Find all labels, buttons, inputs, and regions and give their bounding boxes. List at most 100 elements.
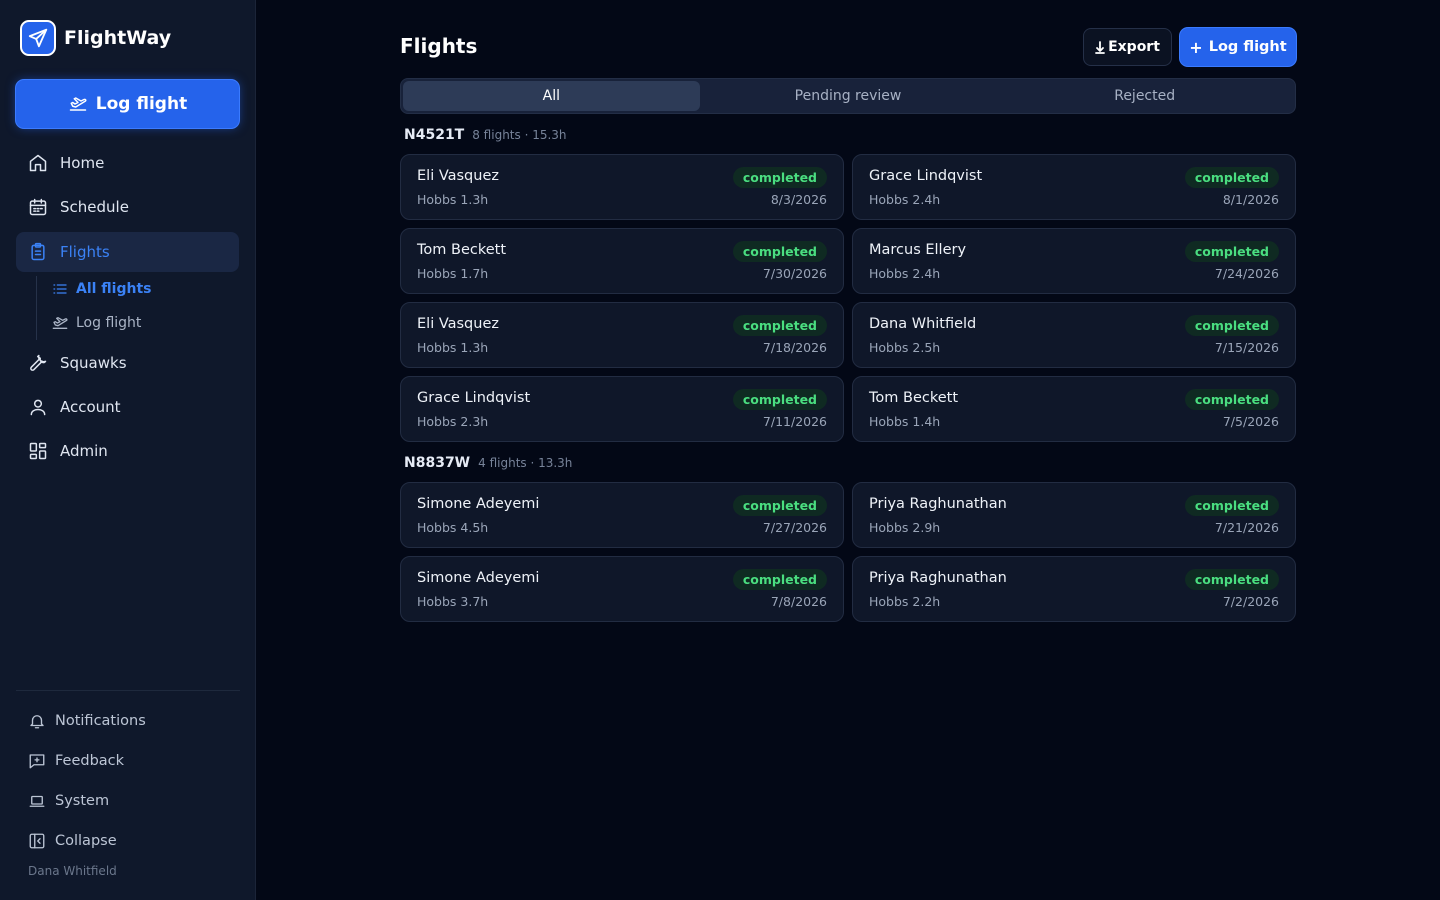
aircraft-group-summary: 4 flights · 13.3h (478, 456, 573, 470)
sidebar-item-flights[interactable]: Flights (16, 232, 239, 272)
flight-pilot: Tom Beckett (869, 390, 959, 406)
flight-date: 7/21/2026 (1214, 520, 1279, 535)
wrench-icon (30, 354, 47, 371)
sidebar-footer-label: Feedback (55, 753, 125, 769)
flight-date: 7/18/2026 (762, 340, 827, 355)
sidebar-item-squawks[interactable]: Squawks (16, 343, 239, 383)
flight-pilot: Dana Whitfield (869, 316, 977, 332)
flight-pilot: Grace Lindqvist (869, 168, 983, 184)
sidebar-subitem-all-flights[interactable]: All flights (52, 275, 152, 303)
message-plus-icon (29, 754, 45, 769)
plane-takeoff-icon (52, 317, 68, 329)
sidebar-subitem-label: All flights (76, 281, 152, 297)
aircraft-group-header: N4521T 8 flights · 15.3h (404, 127, 567, 143)
log-flight-button[interactable]: + Log flight (1180, 28, 1296, 66)
flight-pilot: Priya Raghunathan (869, 570, 1007, 586)
sidebar-footer-notifications[interactable]: Notifications (28, 709, 146, 733)
flight-pilot: Simone Adeyemi (417, 496, 540, 512)
tab-all[interactable]: All (403, 81, 700, 111)
tab-pending-review[interactable]: Pending review (700, 81, 997, 111)
sidebar-footer-feedback[interactable]: Feedback (28, 749, 124, 773)
brand[interactable]: FlightWay (20, 20, 171, 56)
status-badge: completed (1184, 569, 1279, 590)
flight-date: 7/2/2026 (1222, 594, 1279, 609)
status-badge: completed (732, 315, 827, 336)
status-badge: completed (732, 389, 827, 410)
flight-card[interactable]: Grace Lindqvist Hobbs 2.3h completed 7/1… (400, 376, 844, 442)
download-arrow-icon (1095, 41, 1105, 54)
flight-pilot: Eli Vasquez (417, 168, 499, 184)
flight-card[interactable]: Eli Vasquez Hobbs 1.3h completed 8/3/202… (400, 154, 844, 220)
flight-date: 7/15/2026 (1214, 340, 1279, 355)
flight-card[interactable]: Grace Lindqvist Hobbs 2.4h completed 8/1… (852, 154, 1296, 220)
sidebar-footer-collapse[interactable]: Collapse (28, 829, 117, 853)
sidebar-footer-label: System (55, 793, 110, 809)
flight-hobbs: Hobbs 1.4h (869, 414, 941, 429)
flight-hobbs: Hobbs 2.9h (869, 520, 941, 535)
plus-icon: + (1189, 37, 1203, 57)
flight-pilot: Grace Lindqvist (417, 390, 531, 406)
sidebar-footer-label: Notifications (55, 713, 146, 729)
flight-hobbs: Hobbs 1.3h (417, 340, 489, 355)
sidebar-footer-system[interactable]: System (28, 789, 109, 813)
flight-card[interactable]: Eli Vasquez Hobbs 1.3h completed 7/18/20… (400, 302, 844, 368)
export-button[interactable]: Export (1083, 28, 1172, 66)
flight-date: 7/11/2026 (762, 414, 827, 429)
tab-rejected[interactable]: Rejected (996, 81, 1293, 111)
list-icon (53, 284, 67, 294)
flight-date: 8/1/2026 (1222, 192, 1279, 207)
sidebar: FlightWay Log flight Home Schedule Fligh… (0, 0, 256, 900)
flight-pilot: Marcus Ellery (869, 242, 967, 258)
flight-card[interactable]: Priya Raghunathan Hobbs 2.2h completed 7… (852, 556, 1296, 622)
flight-pilot: Tom Beckett (417, 242, 507, 258)
status-badge: completed (1184, 241, 1279, 262)
page-title: Flights (400, 34, 478, 58)
flight-pilot: Simone Adeyemi (417, 570, 540, 586)
flight-hobbs: Hobbs 2.5h (869, 340, 941, 355)
app-name: FlightWay (64, 27, 172, 49)
current-user-name: Dana Whitfield (28, 864, 117, 878)
aircraft-tail-number: N4521T (404, 127, 465, 143)
flight-pilot: Priya Raghunathan (869, 496, 1007, 512)
flight-card[interactable]: Dana Whitfield Hobbs 2.5h completed 7/15… (852, 302, 1296, 368)
sidebar-item-label: Schedule (60, 198, 129, 216)
laptop-icon (29, 795, 45, 807)
aircraft-tail-number: N8837W (404, 455, 471, 471)
sidebar-item-home[interactable]: Home (16, 143, 239, 183)
aircraft-group-header: N8837W 4 flights · 13.3h (404, 455, 572, 471)
flight-card[interactable]: Marcus Ellery Hobbs 2.4h completed 7/24/… (852, 228, 1296, 294)
flight-date: 7/8/2026 (770, 594, 827, 609)
status-badge: completed (732, 167, 827, 188)
flight-hobbs: Hobbs 1.7h (417, 266, 489, 281)
sidebar-item-admin[interactable]: Admin (16, 431, 239, 471)
collapse-panel-icon (29, 833, 45, 849)
export-label: Export (1108, 39, 1160, 55)
sidebar-item-label: Squawks (60, 354, 127, 372)
flight-hobbs: Hobbs 2.4h (869, 266, 941, 281)
flight-card[interactable]: Simone Adeyemi Hobbs 3.7h completed 7/8/… (400, 556, 844, 622)
home-icon (29, 154, 47, 172)
sidebar-log-flight-button[interactable]: Log flight (16, 80, 239, 128)
sidebar-item-label: Flights (60, 243, 110, 261)
flight-date: 7/30/2026 (762, 266, 827, 281)
calendar-icon (29, 198, 47, 216)
flight-hobbs: Hobbs 2.3h (417, 414, 489, 429)
sidebar-subitem-log-flight[interactable]: Log flight (52, 309, 141, 337)
flight-card[interactable]: Tom Beckett Hobbs 1.7h completed 7/30/20… (400, 228, 844, 294)
status-badge: completed (732, 495, 827, 516)
flight-card[interactable]: Simone Adeyemi Hobbs 4.5h completed 7/27… (400, 482, 844, 548)
flight-card[interactable]: Tom Beckett Hobbs 1.4h completed 7/5/202… (852, 376, 1296, 442)
flight-hobbs: Hobbs 2.2h (869, 594, 941, 609)
status-badge: completed (1184, 389, 1279, 410)
log-flight-label: Log flight (1208, 39, 1287, 55)
flight-date: 8/3/2026 (770, 192, 827, 207)
sidebar-footer-label: Collapse (55, 833, 117, 849)
flight-date: 7/27/2026 (762, 520, 827, 535)
sidebar-item-account[interactable]: Account (16, 387, 239, 427)
plane-takeoff-icon (69, 97, 87, 111)
sidebar-item-schedule[interactable]: Schedule (16, 187, 239, 227)
sub-nav-rail (36, 276, 37, 340)
sidebar-item-label: Account (60, 398, 121, 416)
status-badge: completed (1184, 315, 1279, 336)
flight-card[interactable]: Priya Raghunathan Hobbs 2.9h completed 7… (852, 482, 1296, 548)
